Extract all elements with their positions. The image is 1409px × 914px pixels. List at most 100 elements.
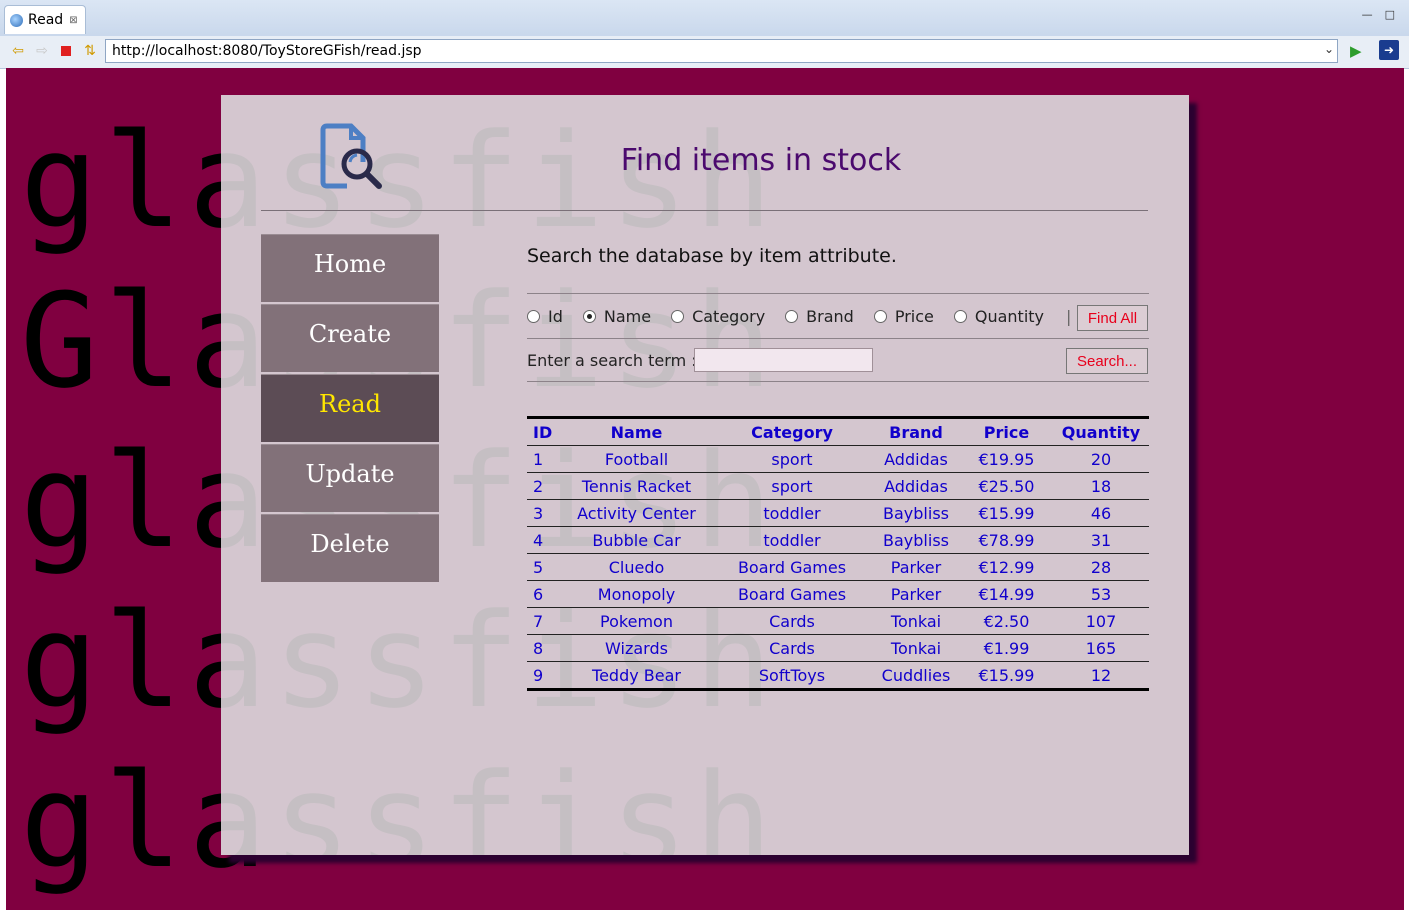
menu-item-home[interactable]: Home xyxy=(261,234,439,302)
watermark-word: glassfish xyxy=(221,745,779,855)
menu-item-create[interactable]: Create xyxy=(261,304,439,372)
cell-id: 7 xyxy=(527,607,561,635)
cell-price: €14.99 xyxy=(960,580,1053,608)
radio-label: Name xyxy=(603,307,652,326)
url-field[interactable]: http://localhost:8080/ToyStoreGFish/read… xyxy=(105,39,1338,63)
cell-name: Bubble Car xyxy=(561,526,712,554)
cell-category: sport xyxy=(712,472,872,500)
radio-button[interactable] xyxy=(953,310,967,323)
column-header-name: Name xyxy=(561,417,712,446)
cell-quantity: 53 xyxy=(1053,580,1149,608)
radio-price[interactable]: Price xyxy=(873,307,934,326)
find-all-button[interactable]: Find All xyxy=(1077,305,1148,331)
content-panel: glassfish glassfish glassfish glassfish … xyxy=(221,95,1189,855)
cell-id: 9 xyxy=(533,665,544,685)
cell-id: 4 xyxy=(527,526,561,554)
cell-category: Cards xyxy=(712,634,872,662)
minimize-icon[interactable]: — xyxy=(1362,8,1373,21)
browser-tab[interactable]: Read ⊠ xyxy=(4,5,86,34)
search-label: Enter a search term : xyxy=(527,351,697,370)
table-row: 1 Football sport Addidas €19.95 20 xyxy=(527,445,1149,473)
table-row: 4 Bubble Car toddler Baybliss €78.99 31 xyxy=(527,526,1149,554)
cell-price: €15.99 xyxy=(960,499,1053,527)
search-input[interactable] xyxy=(694,348,873,372)
tab-title: Read xyxy=(28,12,64,28)
cell-quantity: 12 xyxy=(1090,665,1112,685)
radio-label: Brand xyxy=(806,307,854,326)
table-row: 7 Pokemon Cards Tonkai €2.50 107 xyxy=(527,607,1149,635)
browser-titlebar: Read ⊠ — □ xyxy=(0,0,1409,37)
cell-category: toddler xyxy=(712,526,872,554)
table-row: 3 Activity Center toddler Baybliss €15.99 46 xyxy=(527,499,1149,527)
refresh-icon[interactable]: ⇅ xyxy=(82,43,98,59)
navigation-bar: ⇦ ⇨ ⇅ http://localhost:8080/ToyStoreGFis… xyxy=(0,36,1409,69)
maximize-icon[interactable]: □ xyxy=(1385,8,1395,21)
forward-icon[interactable]: ⇨ xyxy=(34,43,50,59)
cell-name: Tennis Racket xyxy=(561,472,712,500)
cell-price: €78.99 xyxy=(960,526,1053,554)
cell-brand: Tonkai xyxy=(872,634,960,662)
cell-name: Football xyxy=(561,445,712,473)
cell-quantity: 31 xyxy=(1053,526,1149,554)
cell-price: €19.95 xyxy=(960,445,1053,473)
menu-item-delete[interactable]: Delete xyxy=(261,514,439,582)
chevron-down-icon[interactable]: ⌄ xyxy=(1324,42,1334,56)
radio-category[interactable]: Category xyxy=(671,307,765,326)
radio-name[interactable]: Name xyxy=(582,307,652,326)
cell-brand: Tonkai xyxy=(872,607,960,635)
cell-brand: Addidas xyxy=(872,445,960,473)
table-row: 2 Tennis Racket sport Addidas €25.50 18 xyxy=(527,472,1149,500)
cell-brand: Addidas xyxy=(872,472,960,500)
menu-item-read[interactable]: Read xyxy=(261,374,439,442)
cell-id: 2 xyxy=(527,472,561,500)
cell-id: 5 xyxy=(527,553,561,581)
column-header-price: Price xyxy=(960,417,1053,446)
cell-brand: Cuddlies xyxy=(881,665,951,685)
cell-category: sport xyxy=(712,445,872,473)
radio-button[interactable] xyxy=(785,310,799,323)
radio-brand[interactable]: Brand xyxy=(785,307,854,326)
cell-id: 8 xyxy=(527,634,561,662)
radio-label: Price xyxy=(894,307,934,326)
table-row: 5 Cluedo Board Games Parker €12.99 28 xyxy=(527,553,1149,581)
cell-category: Board Games xyxy=(712,553,872,581)
table-row: 8 Wizards Cards Tonkai €1.99 165 xyxy=(527,634,1149,662)
close-tab-icon[interactable]: ⊠ xyxy=(69,15,77,26)
table-row: 9 Teddy Bear SoftToys Cuddlies €15.99 12 xyxy=(527,662,1149,690)
cell-category: Board Games xyxy=(712,580,872,608)
cell-price: €25.50 xyxy=(960,472,1053,500)
external-icon[interactable]: ➜ xyxy=(1379,40,1399,60)
cell-name: Pokemon xyxy=(561,607,712,635)
results-table: ID Name Category Brand Price Quantity 1F… xyxy=(527,416,1149,691)
watermark-word: glassfish xyxy=(221,105,779,257)
cell-id: 3 xyxy=(527,499,561,527)
window-controls: — □ xyxy=(1362,8,1395,21)
stop-icon[interactable] xyxy=(58,43,74,59)
cell-brand: Parker xyxy=(872,580,960,608)
radio-id[interactable]: Id xyxy=(527,307,563,326)
separator: | xyxy=(1066,307,1072,326)
radio-button[interactable] xyxy=(671,310,685,323)
cell-category: SoftToys xyxy=(758,665,826,685)
radio-label: Category xyxy=(692,307,766,326)
radio-quantity[interactable]: Quantity xyxy=(953,307,1044,326)
menu-item-update[interactable]: Update xyxy=(261,444,439,512)
column-header-quantity: Quantity xyxy=(1053,417,1149,446)
cell-quantity: 107 xyxy=(1053,607,1149,635)
cell-quantity: 46 xyxy=(1053,499,1149,527)
back-icon[interactable]: ⇦ xyxy=(10,43,26,59)
cell-quantity: 18 xyxy=(1053,472,1149,500)
table-row: 6 Monopoly Board Games Parker €14.99 53 xyxy=(527,580,1149,608)
radio-button[interactable] xyxy=(527,310,540,323)
cell-quantity: 165 xyxy=(1053,634,1149,662)
cell-brand: Baybliss xyxy=(872,526,960,554)
column-header-category: Category xyxy=(712,417,872,446)
divider xyxy=(527,293,1149,294)
search-button[interactable]: Search... xyxy=(1066,348,1148,374)
radio-button[interactable] xyxy=(873,310,887,323)
cell-quantity: 20 xyxy=(1053,445,1149,473)
search-attribute-options: Id Name Category Brand Price Quantity | xyxy=(527,307,1081,326)
radio-button[interactable] xyxy=(582,310,596,323)
cell-name: Monopoly xyxy=(561,580,712,608)
go-icon[interactable]: ▶ xyxy=(1350,42,1362,60)
